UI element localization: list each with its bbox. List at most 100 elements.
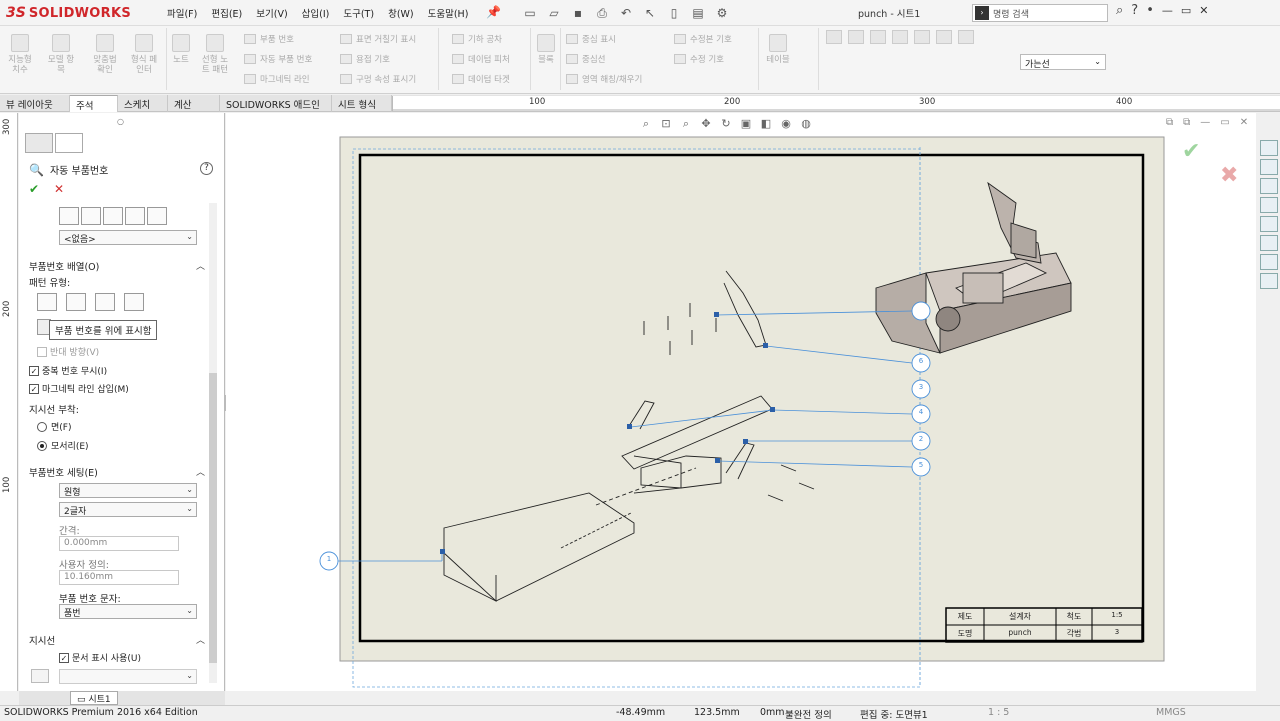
tab-view-layout[interactable]: 뷰 레이아웃	[0, 95, 70, 112]
layer-icon-4[interactable]	[892, 30, 908, 44]
datum-target-button[interactable]: 데이텀 타겟	[452, 73, 510, 85]
layout-section-header[interactable]: 부품번호 배열(O) ︿	[29, 259, 205, 273]
help-icon[interactable]: ?	[200, 162, 213, 175]
balloon-label[interactable]: 6	[915, 357, 927, 365]
format-painter-button[interactable]: 형식 페 인터	[126, 34, 162, 75]
menu-tools[interactable]: 도구(T)	[336, 6, 381, 20]
property-manager-tab-icon[interactable]	[55, 133, 83, 153]
note-button[interactable]: 노트	[168, 34, 194, 65]
print-icon[interactable]: ⎙	[592, 5, 612, 21]
pin-small-icon[interactable]: •	[1146, 3, 1154, 18]
layer-icon-3[interactable]	[870, 30, 886, 44]
open-icon[interactable]: ▱	[544, 5, 564, 21]
block-button[interactable]: 블록	[534, 34, 558, 65]
layer-icon-6[interactable]	[936, 30, 952, 44]
layout-top-icon[interactable]	[37, 293, 57, 311]
attach-face-radio[interactable]: 면(F)	[37, 420, 71, 433]
insert-magnetic-line-checkbox[interactable]: ✓ 마그네틱 라인 삽입(M)	[29, 382, 129, 395]
command-search-input[interactable]: › 명령 검색	[972, 4, 1108, 22]
leader-section-header[interactable]: 지시선 ︿	[29, 633, 205, 647]
solidworks-logo[interactable]: 3S SOLIDWORKS	[6, 3, 136, 23]
custom-properties-icon[interactable]	[1260, 235, 1278, 251]
appearances-icon[interactable]	[1260, 216, 1278, 232]
tab-annotation[interactable]: 주석	[70, 95, 118, 112]
auto-balloon-button[interactable]: 자동 부품 번호	[244, 53, 312, 65]
style-update-icon[interactable]	[103, 207, 123, 225]
menu-view[interactable]: 보기(V)	[249, 6, 294, 20]
tab-addins[interactable]: SOLIDWORKS 애드인	[220, 95, 332, 112]
maximize-icon[interactable]: ▭	[1181, 4, 1191, 17]
style-delete-icon[interactable]	[125, 207, 145, 225]
layout-left-icon[interactable]	[95, 293, 115, 311]
linear-note-pattern-button[interactable]: 선형 노 트 패턴	[196, 34, 234, 75]
balloon-label[interactable]: 3	[915, 383, 927, 391]
options-icon[interactable]: ⚙	[712, 5, 732, 21]
menu-help[interactable]: 도움말(H)	[421, 6, 476, 20]
surface-finish-button[interactable]: 표면 거칠기 표시	[340, 33, 416, 45]
help-question-icon[interactable]: ?	[1131, 3, 1138, 18]
datum-feature-button[interactable]: 데이텀 피처	[452, 53, 510, 65]
sheet-scale[interactable]: 1 : 5	[988, 707, 1009, 718]
feature-manager-tab-icon[interactable]	[25, 133, 53, 153]
resources-icon[interactable]	[1260, 273, 1278, 289]
smart-dimension-button[interactable]: 지능형 치수	[4, 34, 36, 75]
view-palette-icon[interactable]	[1260, 197, 1278, 213]
layer-icon-1[interactable]	[826, 30, 842, 44]
reverse-direction-checkbox[interactable]: 반대 방향(V)	[37, 345, 99, 358]
gap-input[interactable]: 0.000mm	[59, 536, 179, 551]
revision-symbol-button[interactable]: 수정본 기호	[674, 33, 732, 45]
revision-cloud-button[interactable]: 수정 기호	[674, 53, 724, 65]
pm-scrollbar[interactable]	[209, 203, 217, 683]
spell-check-button[interactable]: 맞춤법 확인	[88, 34, 122, 75]
ok-button[interactable]: ✔	[29, 182, 39, 196]
balloon-label[interactable]: 1	[323, 555, 335, 563]
save-icon[interactable]: ▪	[568, 5, 588, 21]
layout-right-icon[interactable]	[124, 293, 144, 311]
table-button[interactable]: 테이블	[762, 34, 794, 65]
balloon-label[interactable]: 4	[915, 408, 927, 416]
home-icon[interactable]	[1260, 140, 1278, 156]
undo-icon[interactable]: ↶	[616, 5, 636, 21]
layer-icon-5[interactable]	[914, 30, 930, 44]
ignore-duplicates-checkbox[interactable]: ✓ 중복 번호 무시(I)	[29, 364, 107, 377]
style-select[interactable]: <없음> ⌄	[59, 230, 197, 245]
design-library-icon[interactable]	[1260, 159, 1278, 175]
balloon-label[interactable]: 2	[915, 435, 927, 443]
use-document-display-checkbox[interactable]: ✓ 문서 표시 사용(U)	[59, 651, 141, 664]
close-icon[interactable]: ✕	[1199, 4, 1208, 17]
tab-sketch[interactable]: 스케치	[118, 95, 168, 112]
file-props-icon[interactable]: ▤	[688, 5, 708, 21]
centerline-button[interactable]: 중심선	[566, 53, 605, 65]
file-explorer-icon[interactable]	[1260, 178, 1278, 194]
style-apply-icon[interactable]	[59, 207, 79, 225]
leader-style-select[interactable]: ⌄	[59, 669, 197, 684]
menu-file[interactable]: 파일(F)	[160, 6, 204, 20]
new-icon[interactable]: ▭	[520, 5, 540, 21]
pin-icon[interactable]: 📌	[486, 5, 501, 19]
layout-bottom-icon[interactable]	[66, 293, 86, 311]
attach-edge-radio[interactable]: 모서리(E)	[37, 439, 89, 452]
tab-evaluate[interactable]: 계산	[168, 95, 220, 112]
balloon-button[interactable]: 부품 번호	[244, 33, 294, 45]
search-icon[interactable]: ⌕	[1116, 3, 1123, 18]
balloon-size-select[interactable]: 2글자 ⌄	[59, 502, 197, 517]
balloon-label[interactable]: 5	[915, 461, 927, 469]
unit-system[interactable]: MMGS	[1156, 707, 1186, 718]
menu-insert[interactable]: 삽입(I)	[295, 6, 337, 20]
settings-section-header[interactable]: 부품번호 세팅(E) ︿	[29, 465, 205, 479]
hole-callout-button[interactable]: 구멍 속성 표시기	[340, 73, 416, 85]
center-mark-button[interactable]: 중심 표시	[566, 33, 616, 45]
forum-icon[interactable]	[1260, 254, 1278, 270]
model-items-button[interactable]: 모델 항 목	[42, 34, 80, 75]
weld-symbol-button[interactable]: 용접 기호	[340, 53, 390, 65]
graphics-area[interactable]: ⌕ ⊡ ⌕ ✥ ↻ ▣ ◧ ◉ ◍ ⧉ ⧉ — ▭ ✕ ✔ ✖ 제도 설계자 척…	[226, 113, 1256, 691]
select-icon[interactable]: ↖	[640, 5, 660, 21]
cancel-button[interactable]: ✕	[54, 182, 64, 196]
layer-icon-2[interactable]	[848, 30, 864, 44]
sheet-tab[interactable]: ▭ 시트1	[70, 691, 118, 705]
balloon-text-select[interactable]: 품번 ⌄	[59, 604, 197, 619]
user-defined-input[interactable]: 10.160mm	[59, 570, 179, 585]
area-hatch-button[interactable]: 영역 해칭/채우기	[566, 73, 642, 85]
menu-edit[interactable]: 편집(E)	[204, 6, 249, 20]
balloon-shape-select[interactable]: 원형 ⌄	[59, 483, 197, 498]
